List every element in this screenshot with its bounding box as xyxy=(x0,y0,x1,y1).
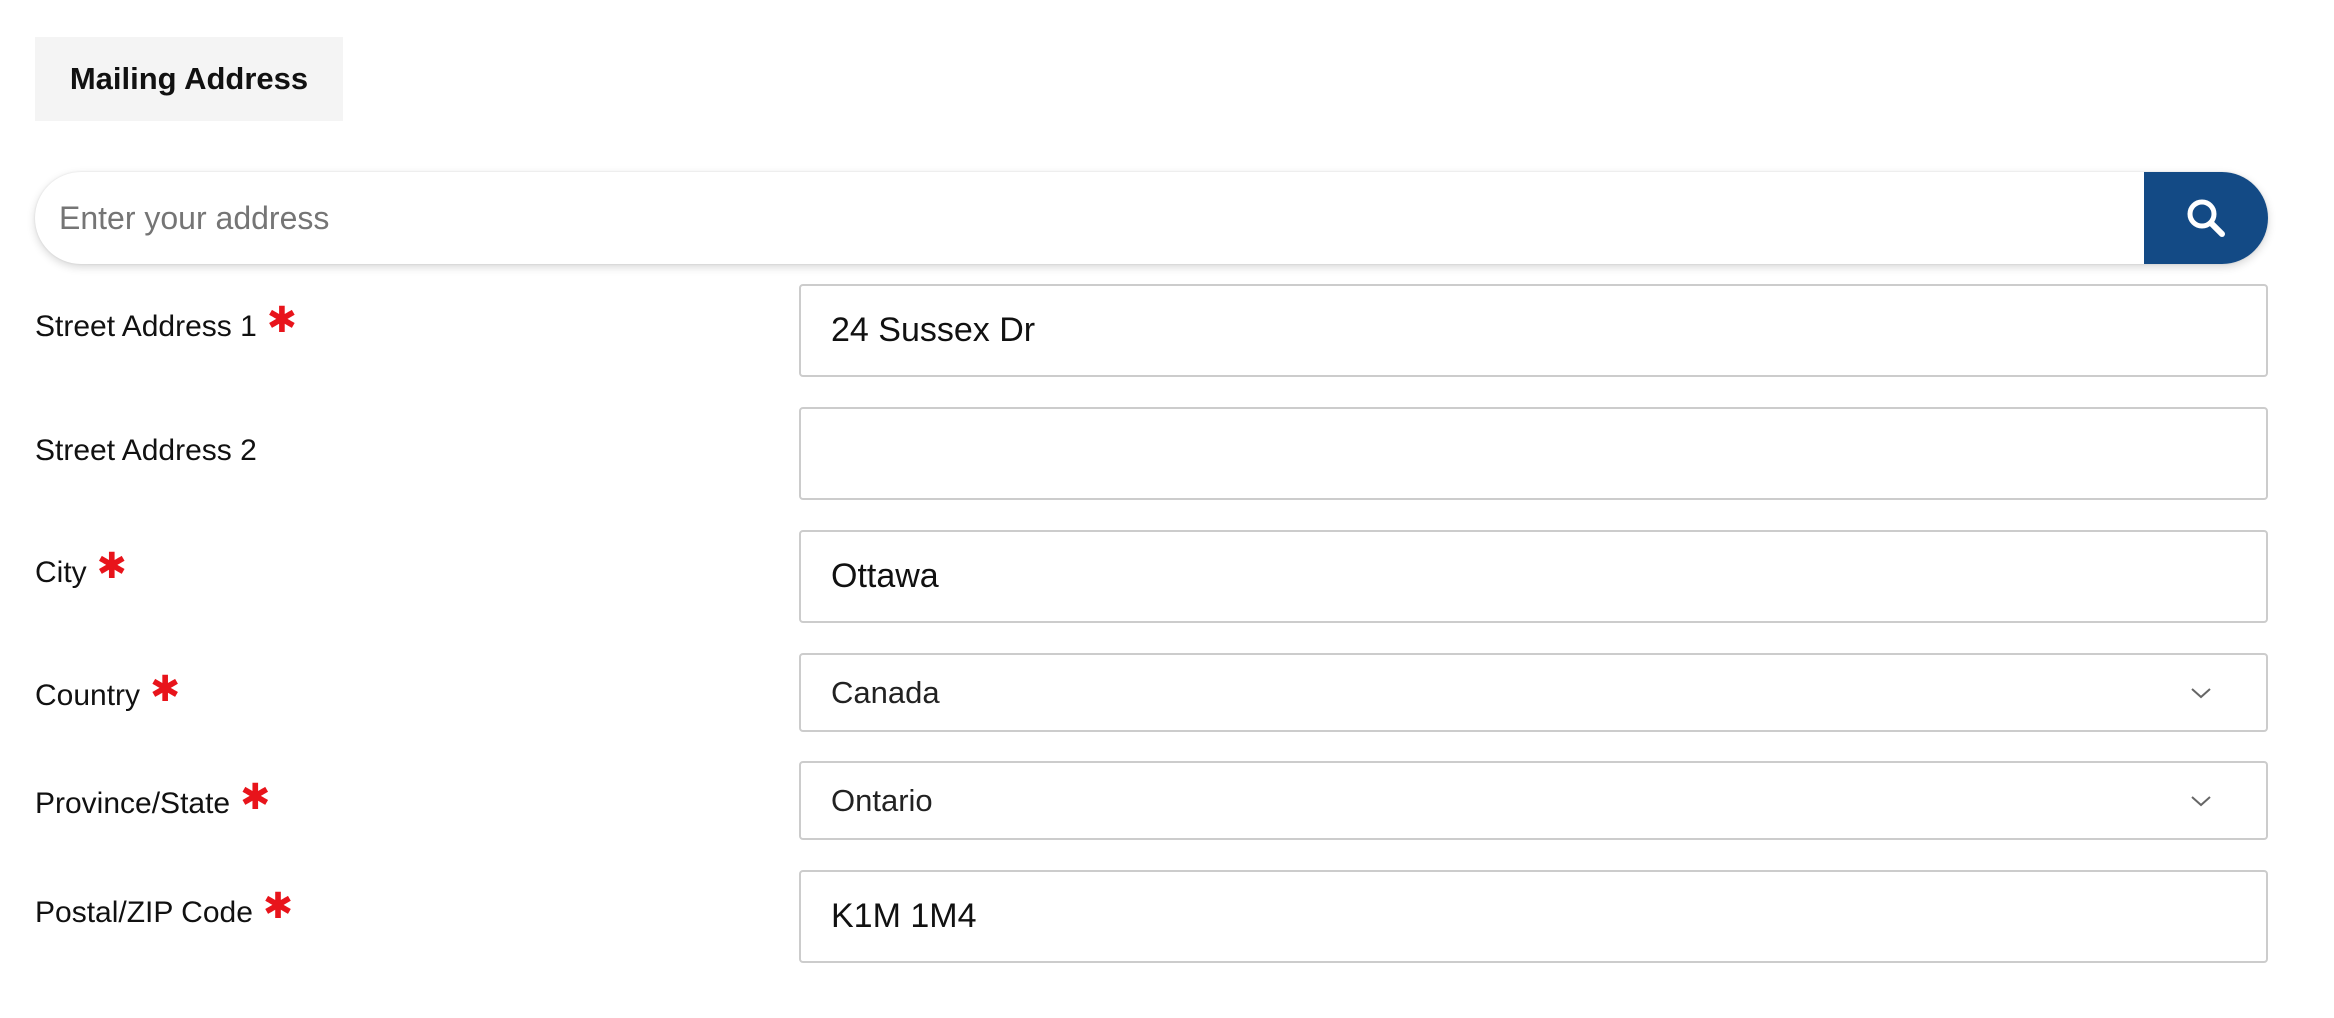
province-selected-value: Ontario xyxy=(831,782,933,818)
street-address-1-field xyxy=(799,284,2268,377)
chevron-down-icon xyxy=(2191,687,2211,698)
city-label: City ✱ xyxy=(35,548,127,592)
search-button[interactable] xyxy=(2144,172,2268,264)
street-address-2-label-text: Street Address 2 xyxy=(35,434,257,467)
section-title: Mailing Address xyxy=(69,61,309,96)
country-selected-value: Canada xyxy=(831,674,940,710)
address-search-bar xyxy=(35,172,2268,264)
street-address-2-label: Street Address 2 xyxy=(35,434,257,468)
city-input[interactable] xyxy=(801,532,2266,621)
country-label-text: Country xyxy=(35,679,141,712)
mailing-address-form: Mailing Address Street Address 1 ✱ Stree… xyxy=(0,0,2334,1018)
city-field xyxy=(799,530,2268,623)
street-address-1-label-text: Street Address 1 xyxy=(35,310,257,343)
postal-code-label-text: Postal/ZIP Code xyxy=(35,896,253,929)
street-address-2-field xyxy=(799,407,2268,500)
country-select[interactable]: Canada xyxy=(799,653,2268,732)
province-label-text: Province/State xyxy=(35,787,231,820)
required-asterisk-icon: ✱ xyxy=(262,885,294,926)
required-asterisk-icon: ✱ xyxy=(266,299,297,340)
city-label-text: City xyxy=(35,556,87,589)
street-address-1-label: Street Address 1 ✱ xyxy=(35,302,297,346)
country-label: Country ✱ xyxy=(35,671,180,715)
section-tab-mailing-address: Mailing Address xyxy=(35,37,343,121)
address-search-input[interactable] xyxy=(35,172,2144,264)
search-icon xyxy=(2187,199,2225,237)
street-address-1-input[interactable] xyxy=(801,286,2266,375)
postal-code-label: Postal/ZIP Code ✱ xyxy=(35,888,293,932)
postal-code-input[interactable] xyxy=(801,872,2266,961)
required-asterisk-icon: ✱ xyxy=(150,668,181,709)
province-select[interactable]: Ontario xyxy=(799,761,2268,840)
chevron-down-icon xyxy=(2191,795,2211,806)
required-asterisk-icon: ✱ xyxy=(96,545,127,586)
street-address-2-input[interactable] xyxy=(801,409,2266,498)
postal-code-field xyxy=(799,870,2268,963)
required-asterisk-icon: ✱ xyxy=(240,776,271,817)
province-label: Province/State ✱ xyxy=(35,779,270,823)
